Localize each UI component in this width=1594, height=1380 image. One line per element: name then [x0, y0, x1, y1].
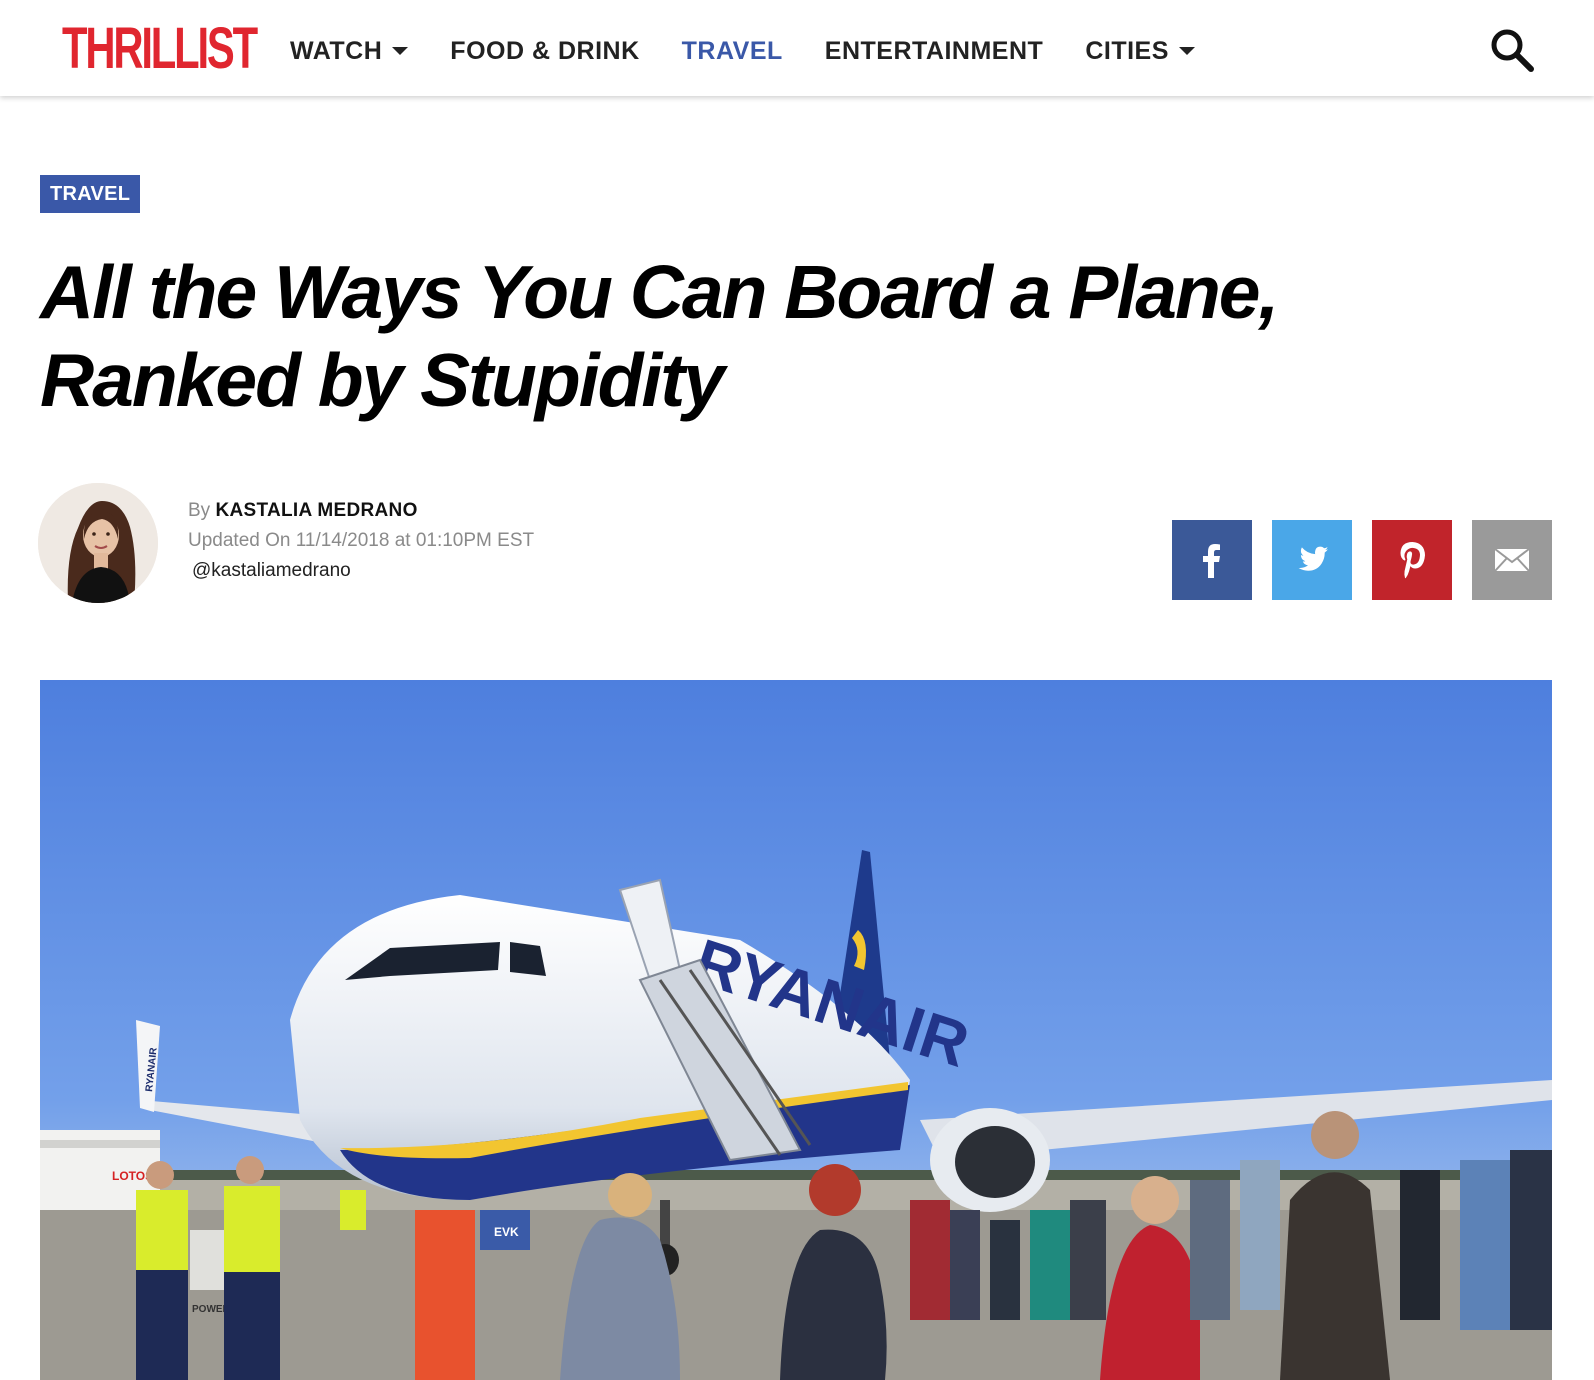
share-facebook-button[interactable]	[1172, 520, 1252, 600]
share-pinterest-button[interactable]	[1372, 520, 1452, 600]
twitter-icon	[1298, 546, 1328, 571]
share-twitter-button[interactable]	[1272, 520, 1352, 600]
nav-item-travel[interactable]: TRAVEL	[682, 37, 783, 66]
nav-item-label: ENTERTAINMENT	[824, 36, 1044, 65]
facebook-icon	[1203, 544, 1220, 578]
nav-item-cities[interactable]: CITIES	[1085, 37, 1195, 66]
main-nav: WATCH FOOD & DRINK TRAVEL ENTERTAINMENT …	[290, 34, 1237, 68]
nav-item-label: TRAVEL	[681, 36, 783, 65]
author-name-link[interactable]: KASTALIA MEDRANO	[215, 500, 417, 521]
nav-item-entertainment[interactable]: ENTERTAINMENT	[825, 37, 1044, 66]
chevron-down-icon	[392, 47, 409, 55]
chevron-down-icon	[1178, 47, 1195, 55]
email-icon	[1494, 548, 1530, 572]
boarding-plane-photo: RYANAIR RYANAIR LOTOS POWER EVK	[40, 680, 1552, 1380]
author-social-handle[interactable]: @kastaliamedrano	[192, 556, 534, 586]
vest-label-text: EVK	[494, 1225, 519, 1239]
nav-item-food-drink[interactable]: FOOD & DRINK	[450, 37, 639, 66]
nav-item-label: CITIES	[1085, 36, 1169, 65]
nav-item-watch[interactable]: WATCH	[290, 36, 409, 66]
nav-item-label: FOOD & DRINK	[450, 36, 640, 65]
pinterest-icon	[1400, 542, 1425, 579]
article-headline: All the Ways You Can Board a Plane, Rank…	[40, 250, 1279, 422]
search-icon[interactable]	[1488, 26, 1536, 74]
share-email-button[interactable]	[1472, 520, 1552, 600]
byline-author-row: By KASTALIA MEDRANO	[188, 496, 534, 526]
author-avatar[interactable]	[38, 483, 158, 603]
nav-item-label: WATCH	[290, 36, 383, 65]
hero-image: RYANAIR RYANAIR LOTOS POWER EVK	[40, 680, 1552, 1380]
byline-prefix: By	[188, 500, 211, 521]
author-portrait	[38, 483, 158, 603]
category-tag[interactable]: TRAVEL	[40, 175, 141, 213]
byline: By KASTALIA MEDRANO Updated On 11/14/201…	[188, 496, 534, 586]
updated-timestamp: Updated On 11/14/2018 at 01:10PM EST	[188, 530, 535, 551]
site-logo[interactable]: THRILLIST	[62, 20, 258, 78]
site-header: THRILLIST WATCH FOOD & DRINK TRAVEL ENTE…	[0, 0, 1594, 96]
